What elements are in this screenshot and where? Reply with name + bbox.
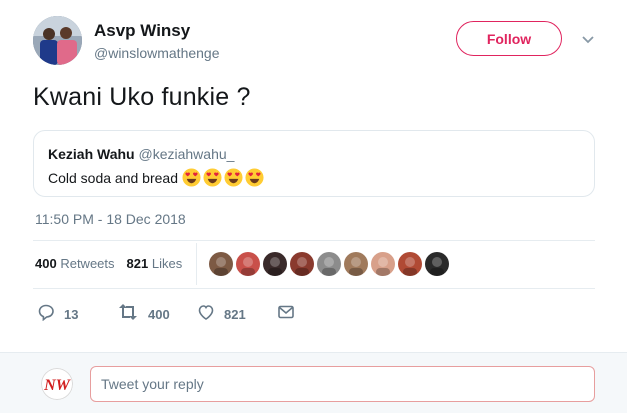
- envelope-icon: [277, 303, 295, 326]
- heart-eyes-emoji: [224, 168, 243, 187]
- author-names: Asvp Winsy @winslowmathenge: [94, 21, 220, 62]
- author-handle[interactable]: @winslowmathenge: [94, 44, 220, 62]
- reply-count: 13: [64, 307, 79, 322]
- likes-count: 821: [126, 256, 149, 271]
- quoted-author-handle: @keziahwahu_: [138, 146, 235, 162]
- heart-icon: [197, 303, 215, 326]
- author-display-name[interactable]: Asvp Winsy: [94, 21, 220, 41]
- emoji-group: [182, 168, 266, 187]
- liker-avatar[interactable]: [209, 252, 233, 276]
- stats-separator: [196, 243, 197, 285]
- quoted-tweet-text: Cold soda and bread: [48, 169, 178, 186]
- liker-avatar[interactable]: [317, 252, 341, 276]
- quoted-author-name: Keziah Wahu: [48, 146, 135, 162]
- divider: [33, 288, 595, 289]
- like-action[interactable]: 821: [197, 303, 246, 326]
- quoted-tweet[interactable]: Keziah Wahu @keziahwahu_ Cold soda and b…: [33, 130, 595, 197]
- liker-avatar[interactable]: [344, 252, 368, 276]
- reply-input[interactable]: [90, 366, 595, 402]
- tweet-actions: 13 400 821: [37, 303, 337, 323]
- likers-avatars: [209, 252, 452, 276]
- quoted-tweet-body: Cold soda and bread: [48, 168, 266, 187]
- reply-action[interactable]: 13: [37, 303, 78, 326]
- liker-avatar[interactable]: [236, 252, 260, 276]
- retweet-count: 400: [148, 307, 170, 322]
- heart-eyes-emoji: [245, 168, 264, 187]
- like-count: 821: [224, 307, 246, 322]
- author-avatar[interactable]: [33, 16, 82, 65]
- liker-avatar[interactable]: [263, 252, 287, 276]
- reply-icon: [37, 303, 55, 326]
- liker-avatar[interactable]: [290, 252, 314, 276]
- tweet-header: Asvp Winsy @winslowmathenge Follow: [33, 16, 613, 70]
- retweets-count: 400: [35, 256, 57, 271]
- tweet-text: Kwani Uko funkie ?: [33, 83, 251, 111]
- current-user-avatar[interactable]: NW: [41, 368, 73, 400]
- heart-eyes-emoji: [182, 168, 201, 187]
- divider: [33, 240, 595, 241]
- likes-stat[interactable]: 821 Likes: [127, 256, 183, 271]
- heart-eyes-emoji: [203, 168, 222, 187]
- tweet-timestamp[interactable]: 11:50 PM - 18 Dec 2018: [35, 211, 186, 228]
- tweet-stats: 400 Retweets 821 Likes: [35, 256, 182, 272]
- follow-button[interactable]: Follow: [456, 21, 562, 56]
- retweet-action[interactable]: 400: [117, 303, 170, 326]
- retweets-label: Retweets: [60, 256, 115, 271]
- chevron-down-icon[interactable]: [580, 32, 596, 48]
- quoted-tweet-header: Keziah Wahu @keziahwahu_: [48, 146, 234, 163]
- likes-label: Likes: [151, 256, 183, 271]
- liker-avatar[interactable]: [425, 252, 449, 276]
- liker-avatar[interactable]: [398, 252, 422, 276]
- retweets-stat[interactable]: 400 Retweets: [35, 256, 115, 271]
- retweet-icon: [117, 303, 139, 326]
- liker-avatar[interactable]: [371, 252, 395, 276]
- message-action[interactable]: [277, 303, 295, 326]
- reply-bar: NW: [0, 352, 627, 413]
- logo-text: NW: [43, 377, 72, 394]
